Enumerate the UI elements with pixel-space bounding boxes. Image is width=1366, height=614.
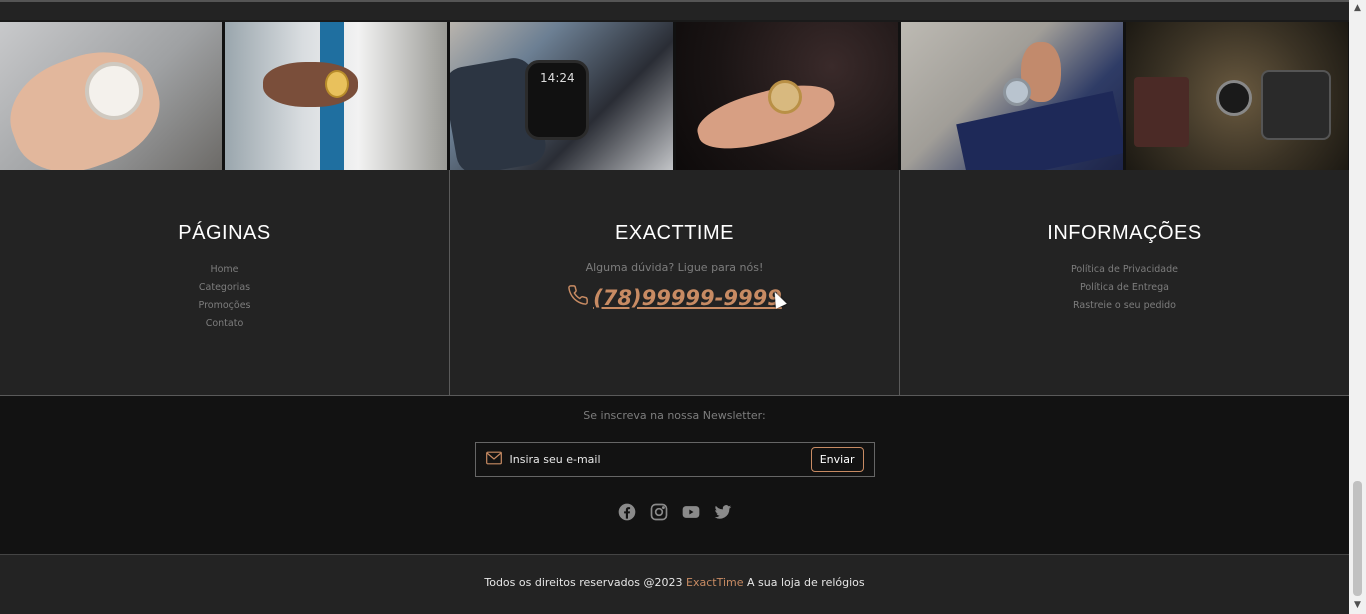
newsletter-form: Enviar <box>474 442 875 477</box>
scrollbar-thumb[interactable] <box>1353 481 1362 596</box>
gallery-photo-gold-watch[interactable] <box>675 22 898 170</box>
exacttime-title: EXACTTIME <box>615 222 734 244</box>
email-input[interactable] <box>501 453 811 466</box>
footer-page: 14:24 PÁGINAS Home Categorias Promoções … <box>0 0 1349 614</box>
info-column: INFORMAÇÕES Política de Privacidade Polí… <box>899 170 1349 395</box>
send-button[interactable]: Enviar <box>810 447 864 472</box>
gallery-photo-hand-watch[interactable] <box>0 22 223 170</box>
mail-icon <box>485 450 502 469</box>
link-home[interactable]: Home <box>0 261 449 279</box>
smartwatch-time: 14:24 <box>540 71 575 85</box>
footer-columns: PÁGINAS Home Categorias Promoções Contat… <box>0 170 1349 396</box>
exacttime-column: EXACTTIME Alguma dúvida? Ligue para nós!… <box>449 170 899 395</box>
pages-column: PÁGINAS Home Categorias Promoções Contat… <box>0 170 449 395</box>
gallery-photo-smartwatch[interactable]: 14:24 <box>450 22 673 170</box>
link-categorias[interactable]: Categorias <box>0 279 449 297</box>
scroll-down-arrow-icon[interactable]: ▼ <box>1349 597 1366 614</box>
top-divider <box>0 0 1349 22</box>
brand-link[interactable]: ExactTime <box>686 576 743 589</box>
copyright-prefix: Todos os direitos reservados @2023 <box>484 576 683 589</box>
copyright-bar: Todos os direitos reservados @2023 Exact… <box>0 555 1349 613</box>
copyright-suffix: A sua loja de relógios <box>747 576 865 589</box>
gallery-photo-suit-watch[interactable] <box>225 22 448 170</box>
gallery-photo-flatlay[interactable] <box>1125 22 1349 170</box>
phone-icon <box>567 284 589 311</box>
info-links: Política de Privacidade Política de Entr… <box>900 261 1349 315</box>
instagram-gallery: 14:24 <box>0 22 1349 170</box>
phone-number: (78)99999-9999 <box>593 285 782 310</box>
info-title: INFORMAÇÕES <box>1047 222 1202 244</box>
instagram-icon[interactable] <box>649 502 669 522</box>
link-contato[interactable]: Contato <box>0 315 449 333</box>
newsletter-section: Se inscreva na nossa Newsletter: Enviar <box>0 396 1349 555</box>
twitter-icon[interactable] <box>713 502 733 522</box>
link-privacidade[interactable]: Política de Privacidade <box>900 261 1349 279</box>
scroll-up-arrow-icon[interactable]: ▲ <box>1349 0 1366 17</box>
smartwatch-screen: 14:24 <box>525 60 590 140</box>
pages-title: PÁGINAS <box>178 222 271 244</box>
link-entrega[interactable]: Política de Entrega <box>900 279 1349 297</box>
facebook-icon[interactable] <box>617 502 637 522</box>
social-links <box>0 502 1349 522</box>
newsletter-label: Se inscreva na nossa Newsletter: <box>583 409 766 422</box>
pages-links: Home Categorias Promoções Contato <box>0 261 449 333</box>
gallery-photo-businessman[interactable] <box>900 22 1123 170</box>
vertical-scrollbar[interactable]: ▲ ▼ <box>1349 0 1366 614</box>
contact-question: Alguma dúvida? Ligue para nós! <box>585 261 764 274</box>
phone-link[interactable]: (78)99999-9999 <box>567 284 782 311</box>
link-rastreie[interactable]: Rastreie o seu pedido <box>900 297 1349 315</box>
youtube-icon[interactable] <box>681 502 701 522</box>
link-promocoes[interactable]: Promoções <box>0 297 449 315</box>
